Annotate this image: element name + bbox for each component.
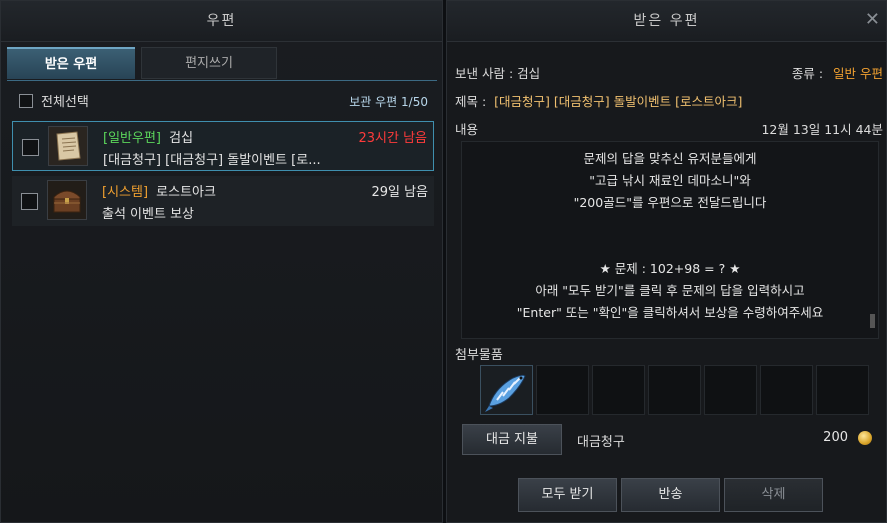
attachment-slot[interactable]: [592, 365, 645, 415]
charge-label: 대금청구: [577, 435, 625, 450]
mail-title: [대금청구] [대금청구] 돌발이벤트 [로...: [103, 153, 321, 168]
mail-type: 종류 : 일반 우편: [792, 63, 883, 82]
mail-expiry: 29일 남음: [371, 185, 428, 200]
attachment-slot[interactable]: [480, 365, 533, 415]
content-row: 내용 12월 13일 11시 44분: [455, 119, 883, 138]
mail-list-item[interactable]: [일반우편] 검십 23시간 남음 [대금청구] [대금청구] 돌발이벤트 [로…: [12, 121, 434, 171]
sender-row: 보낸 사람 : 검십 종류 : 일반 우편: [455, 63, 883, 82]
scroll-icon: [48, 126, 88, 166]
content-label: 내용: [455, 122, 479, 137]
mail-type-label: 종류 :: [791, 66, 824, 81]
select-all[interactable]: 전체선택: [19, 91, 89, 110]
mail-list-item[interactable]: [시스템] 로스트아크 29일 남음 출석 이벤트 보상: [12, 176, 434, 226]
select-all-label: 전체선택: [41, 95, 89, 110]
tab-received-mail[interactable]: 받은 우편: [7, 47, 135, 79]
return-button[interactable]: 반송: [621, 478, 720, 512]
mail-expiry: 23시간 남음: [358, 131, 427, 146]
mail-title: 출석 이벤트 보상: [102, 207, 194, 222]
charge-amount: 200: [823, 430, 872, 445]
mail-body-text: 문제의 답을 맞추신 유저분들에게 "고급 낚시 재료인 데마소니"와 "200…: [462, 142, 878, 324]
charge-amount-value: 200: [823, 430, 848, 445]
body-line: ★ 문제 : 102+98 = ? ★: [599, 261, 741, 276]
sender-name: 검십: [517, 66, 541, 81]
body-line: "200골드"를 우편으로 전달드립니다: [573, 195, 767, 210]
mail-tag-label: [일반우편]: [103, 131, 161, 146]
mail-sender: 검십: [169, 131, 194, 146]
body-scrollbar[interactable]: [870, 314, 875, 328]
attachment-slot[interactable]: [704, 365, 757, 415]
attachment-slot[interactable]: [816, 365, 869, 415]
body-line: "고급 낚시 재료인 데마소니"와: [589, 173, 751, 188]
mailbox-panel: 우편 받은 우편 편지쓰기 전체선택 보관 우편 1/50 [일반우편] 검십 …: [0, 0, 443, 523]
mail-type-value: 일반 우편: [833, 66, 883, 81]
tab-divider: [7, 80, 437, 81]
mail-checkbox[interactable]: [22, 139, 39, 156]
body-line: "Enter" 또는 "확인"을 클릭하셔서 보상을 수령하여주세요: [516, 305, 824, 320]
mail-sender: 로스트아크: [156, 185, 216, 200]
body-line: 문제의 답을 맞추신 유저분들에게: [583, 151, 757, 166]
gold-coin-icon: [858, 430, 872, 445]
mail-tag: [일반우편] 검십: [103, 127, 193, 146]
mail-detail-panel: 받은 우편 ✕ 보낸 사람 : 검십 종류 : 일반 우편 제목 : [대금청구…: [446, 0, 887, 523]
body-line: [462, 236, 878, 258]
subject-text: [대금청구] [대금청구] 돌발이벤트 [로스트아크]: [494, 94, 743, 109]
treasure-chest-icon: [47, 180, 87, 220]
sender-label: 보낸 사람 :: [455, 66, 514, 81]
mail-tag-label: [시스템]: [102, 185, 149, 200]
mail-date: 12월 13일 11시 44분: [761, 122, 883, 137]
subject-label: 제목 :: [455, 94, 487, 109]
attachment-slot[interactable]: [536, 365, 589, 415]
subject-row: 제목 : [대금청구] [대금청구] 돌발이벤트 [로스트아크]: [455, 91, 883, 110]
attachment-slot[interactable]: [648, 365, 701, 415]
pay-charge-button[interactable]: 대금 지불: [462, 424, 562, 455]
attachment-slot[interactable]: [760, 365, 813, 415]
mail-tag: [시스템] 로스트아크: [102, 181, 216, 200]
storage-count: 보관 우편 1/50: [349, 95, 428, 109]
fish-icon: [485, 374, 526, 412]
mailbox-title: 우편: [1, 1, 442, 42]
mail-detail-title: 받은 우편: [447, 1, 886, 42]
mail-body: 문제의 답을 맞추신 유저분들에게 "고급 낚시 재료인 데마소니"와 "200…: [461, 141, 879, 339]
delete-button[interactable]: 삭제: [724, 478, 823, 512]
receive-all-button[interactable]: 모두 받기: [518, 478, 617, 512]
select-all-checkbox[interactable]: [19, 93, 33, 108]
close-icon[interactable]: ✕: [865, 9, 880, 31]
attachments-label: 첨부물품: [455, 348, 503, 363]
body-line: 아래 "모두 받기"를 클릭 후 문제의 답을 입력하시고: [535, 283, 805, 298]
body-line: [462, 214, 878, 236]
attachment-slots: [480, 365, 869, 415]
tab-write-mail[interactable]: 편지쓰기: [141, 47, 277, 79]
mail-checkbox[interactable]: [21, 193, 38, 210]
